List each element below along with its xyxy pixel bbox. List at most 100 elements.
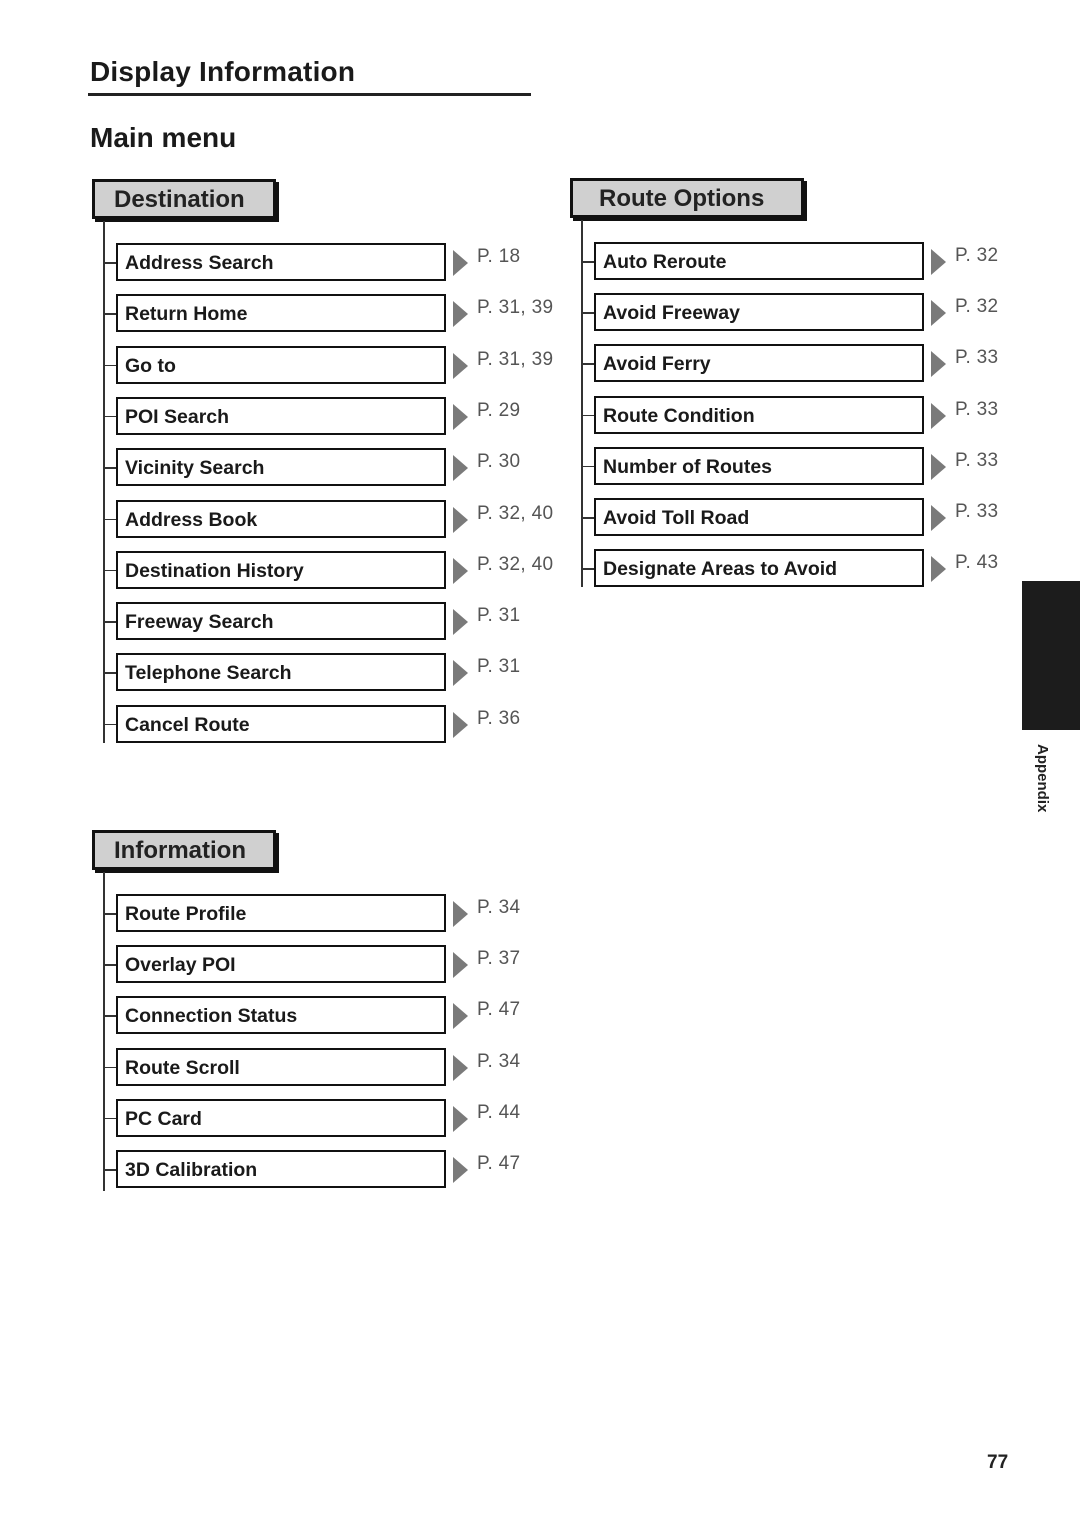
tree-branch [581,261,594,263]
route-options-header: Route Options [570,178,804,218]
title-underline [88,93,531,96]
tree-branch [581,414,594,417]
page-reference: P. 36 [477,707,521,729]
appendix-label-text: Appendix [1034,744,1051,813]
menu-item-box[interactable]: Designate Areas to Avoid [594,549,924,588]
section-subtitle: Main menu [90,122,237,153]
menu-item-box[interactable]: Number of Routes [594,446,924,485]
menu-item-avoid-freeway[interactable]: Avoid Freeway P. 32 [581,293,1041,332]
menu-item-connection-status[interactable]: Connection Status P. 47 [103,996,563,1035]
menu-item-route-profile[interactable]: Route Profile P. 34 [103,894,563,932]
menu-item-box[interactable]: Route Scroll [116,1047,446,1086]
menu-item-box[interactable]: Return Home [116,294,446,333]
menu-item-poi-search[interactable]: POI Search P. 29 [103,396,563,435]
arrow-right-icon [453,1157,468,1183]
menu-item-label: PC Card [125,1107,202,1130]
arrow-right-icon [453,1054,468,1081]
menu-item-label: Avoid Ferry [603,353,711,376]
menu-item-box[interactable]: Route Condition [594,395,924,434]
menu-item-box[interactable]: Route Profile [116,894,446,932]
arrow-right-icon [453,711,468,738]
page-reference: P. 33 [955,449,999,471]
menu-item-box[interactable]: Go to [116,345,446,384]
menu-item-avoid-ferry[interactable]: Avoid Ferry P. 33 [581,344,1041,383]
menu-item-box[interactable]: Avoid Toll Road [594,498,924,536]
page-reference: P. 32, 40 [477,553,554,575]
appendix-tab[interactable] [1022,581,1080,730]
page-reference: P. 33 [955,398,999,420]
page-reference: P. 47 [477,1153,521,1174]
tree-branch [103,913,116,915]
menu-item-go-to[interactable]: Go to P. 31, 39 [103,345,563,384]
tree-branch [103,415,116,418]
menu-item-designate-areas-to-avoid[interactable]: Designate Areas to Avoid P. 43 [581,549,1041,588]
menu-item-box[interactable]: POI Search [116,396,446,435]
arrow-right-icon [453,403,468,430]
tree-branch [581,465,594,468]
arrow-right-icon [453,557,468,584]
arrow-right-icon [453,250,468,276]
page-reference: P. 31, 39 [477,297,554,319]
menu-item-overlay-poi[interactable]: Overlay POI P. 37 [103,945,563,984]
menu-item-box[interactable]: Vicinity Search [116,448,446,487]
page-reference: P. 32 [955,296,999,318]
menu-item-number-of-routes[interactable]: Number of Routes P. 33 [581,446,1041,485]
menu-item-auto-reroute[interactable]: Auto Reroute P. 32 [581,242,1041,280]
page-reference: P. 37 [477,948,521,970]
tree-branch [103,467,116,469]
menu-item-3d-calibration[interactable]: 3D Calibration P. 47 [103,1150,563,1188]
menu-item-box[interactable]: Cancel Route [116,704,446,743]
arrow-right-icon [931,453,946,480]
menu-item-box[interactable]: Address Search [116,243,446,281]
information-header: Information [92,830,276,870]
menu-item-label: Destination History [125,559,304,582]
page-reference: P. 32, 40 [477,502,554,524]
menu-item-label: Go to [125,354,176,377]
menu-item-box[interactable]: Avoid Freeway [594,293,924,332]
menu-item-pc-card[interactable]: PC Card P. 44 [103,1098,563,1137]
menu-item-route-condition[interactable]: Route Condition P. 33 [581,395,1041,434]
menu-item-label: Address Book [125,508,258,531]
menu-item-destination-history[interactable]: Destination History P. 32, 40 [103,550,563,589]
destination-header-label: Destination [114,186,245,213]
appendix-label: Appendix [1030,744,1052,834]
page-reference: P. 33 [955,347,999,369]
tree-branch [103,518,116,520]
menu-item-box[interactable]: Address Book [116,499,446,538]
menu-item-avoid-toll-road[interactable]: Avoid Toll Road P. 33 [581,498,1041,536]
arrow-right-icon [453,1003,468,1030]
arrow-right-icon [453,455,468,482]
menu-item-box[interactable]: Destination History [116,550,446,589]
menu-item-box[interactable]: Avoid Ferry [594,344,924,383]
tree-branch [103,313,116,315]
page-reference: P. 30 [477,451,521,473]
menu-item-return-home[interactable]: Return Home P. 31, 39 [103,294,563,333]
tree-branch [103,1066,116,1069]
destination-section: Destination Address Search P. 18 Return Ho… [92,179,572,749]
menu-item-box[interactable]: Freeway Search [116,602,446,641]
menu-item-box[interactable]: 3D Calibration [116,1150,446,1188]
document-title: Display Information [90,56,356,87]
menu-item-label: Freeway Search [125,611,274,634]
menu-item-vicinity-search[interactable]: Vicinity Search P. 30 [103,448,563,487]
menu-item-cancel-route[interactable]: Cancel Route P. 36 [103,704,563,743]
page-reference: P. 32 [955,245,999,266]
arrow-right-icon [453,301,468,328]
arrow-right-icon [453,1105,468,1132]
route-options-header-label: Route Options [599,185,765,212]
menu-item-address-search[interactable]: Address Search P. 18 [103,243,563,281]
menu-item-address-book[interactable]: Address Book P. 32, 40 [103,499,563,538]
menu-item-freeway-search[interactable]: Freeway Search P. 31 [103,602,563,641]
menu-item-box[interactable]: Telephone Search [116,653,446,692]
menu-item-box[interactable]: Overlay POI [116,945,446,984]
arrow-right-icon [453,506,468,533]
menu-item-box[interactable]: Auto Reroute [594,242,924,280]
menu-item-label: Overlay POI [125,954,236,977]
menu-item-label: Designate Areas to Avoid [603,558,838,581]
menu-item-route-scroll[interactable]: Route Scroll P. 34 [103,1047,563,1086]
menu-item-box[interactable]: Connection Status [116,996,446,1035]
tree-branch [103,964,116,966]
menu-item-box[interactable]: PC Card [116,1098,446,1137]
menu-item-label: Route Scroll [125,1056,240,1079]
menu-item-telephone-search[interactable]: Telephone Search P. 31 [103,653,563,692]
